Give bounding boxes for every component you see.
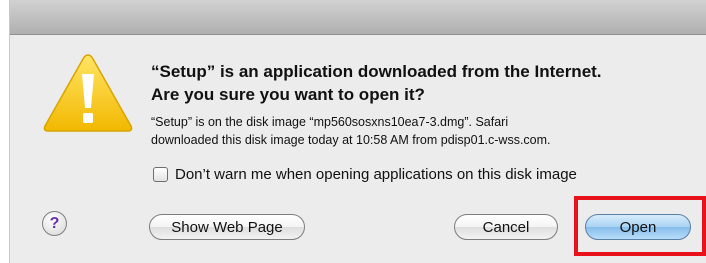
dont-warn-checkbox-label[interactable]: Don’t warn me when opening applications … — [175, 166, 577, 183]
download-warning-dialog: “Setup” is an application downloaded fro… — [9, 0, 706, 263]
headline-line-2: Are you sure you want to open it? — [151, 85, 425, 104]
dialog-titlebar[interactable] — [10, 0, 706, 35]
help-icon: ? — [49, 214, 60, 232]
dialog-message: “Setup” is on the disk image “mp560sosxn… — [151, 113, 706, 149]
headline-line-1: “Setup” is an application downloaded fro… — [151, 62, 602, 81]
open-button-highlight-box — [574, 196, 706, 256]
dont-warn-checkbox-row[interactable]: Don’t warn me when opening applications … — [153, 166, 577, 183]
show-web-page-button[interactable]: Show Web Page — [149, 214, 305, 240]
cancel-button[interactable]: Cancel — [454, 214, 558, 240]
message-line-1: “Setup” is on the disk image “mp560sosxn… — [151, 115, 509, 129]
warning-icon — [43, 54, 133, 132]
message-line-2: downloaded this disk image today at 10:5… — [151, 133, 551, 147]
help-button[interactable]: ? — [42, 211, 67, 236]
dialog-headline: “Setup” is an application downloaded fro… — [151, 60, 691, 106]
dont-warn-checkbox[interactable] — [153, 167, 168, 182]
